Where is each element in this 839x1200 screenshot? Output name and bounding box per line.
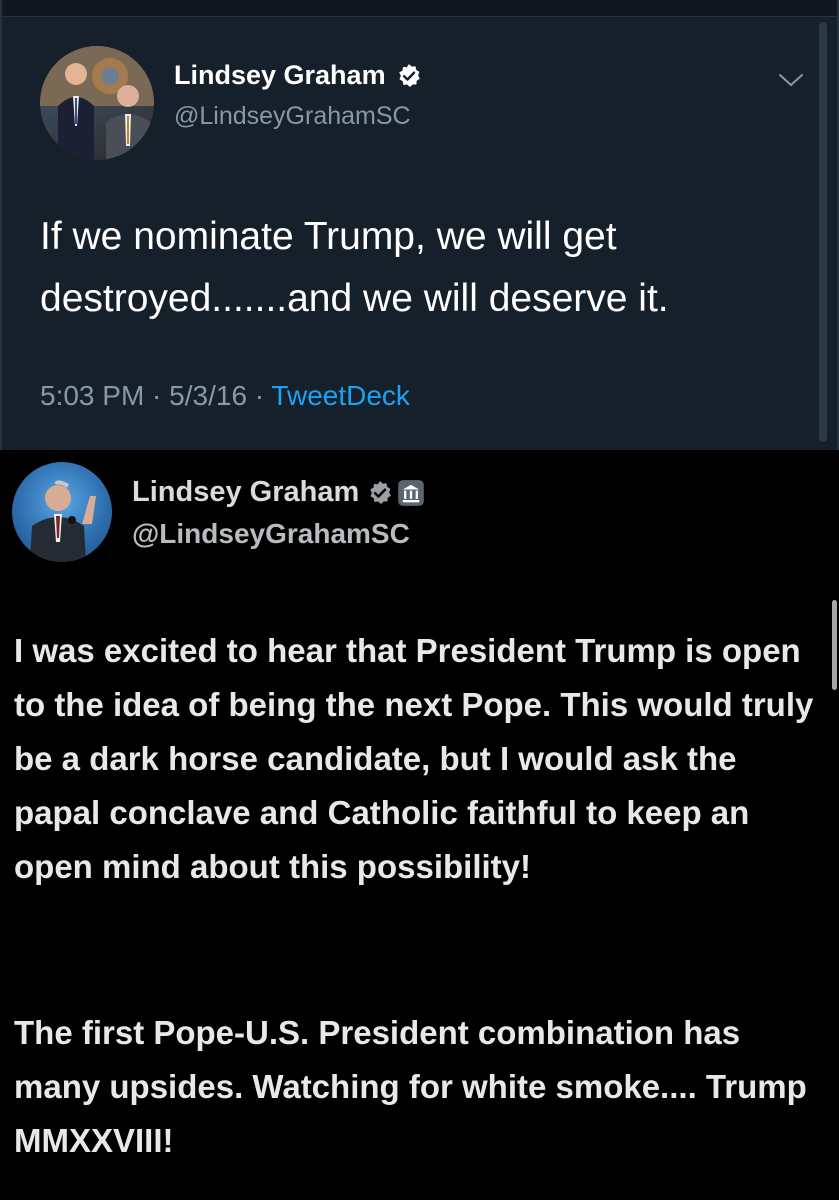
- author-handle[interactable]: @LindseyGrahamSC: [174, 102, 411, 131]
- avatar-photo: [30, 480, 96, 562]
- verified-badge-icon: [370, 480, 392, 504]
- top-bar: [2, 0, 837, 17]
- author-handle[interactable]: @LindseyGrahamSC: [132, 518, 410, 550]
- tweet-text: If we nominate Trump, we will get destro…: [40, 215, 669, 320]
- author-name[interactable]: Lindsey Graham: [132, 476, 359, 509]
- author-name[interactable]: Lindsey Graham: [174, 60, 386, 91]
- avatar-photo: [40, 46, 154, 160]
- meta-separator: ·: [247, 380, 272, 411]
- tweet-meta: 5:03 PM · 5/3/16 · TweetDeck: [40, 380, 410, 412]
- chevron-down-icon[interactable]: [776, 70, 806, 90]
- tweet-date[interactable]: 5/3/16: [169, 380, 247, 411]
- scrollbar[interactable]: [819, 22, 827, 442]
- scrollbar[interactable]: [832, 600, 837, 690]
- government-badge-icon: [398, 479, 425, 506]
- avatar[interactable]: [12, 462, 112, 562]
- tweet-card-2016: Lindsey Graham @LindseyGrahamSC If we no…: [0, 0, 839, 450]
- tweet-paragraph-1: I was excited to hear that President Tru…: [14, 632, 814, 885]
- meta-separator: ·: [144, 380, 170, 411]
- tweet-source-link[interactable]: TweetDeck: [271, 380, 410, 411]
- author-row: Lindsey Graham: [132, 476, 425, 509]
- author-row: Lindsey Graham: [174, 60, 422, 91]
- tweet-time[interactable]: 5:03 PM: [40, 380, 144, 411]
- verified-badge-icon: [398, 63, 420, 87]
- avatar[interactable]: [40, 46, 154, 160]
- tweet-card-recent: Lindsey Graham @LindseyGrahamSC I was ex…: [0, 450, 839, 1200]
- tweet-paragraph-2: The first Pope-U.S. President combinatio…: [14, 1014, 807, 1159]
